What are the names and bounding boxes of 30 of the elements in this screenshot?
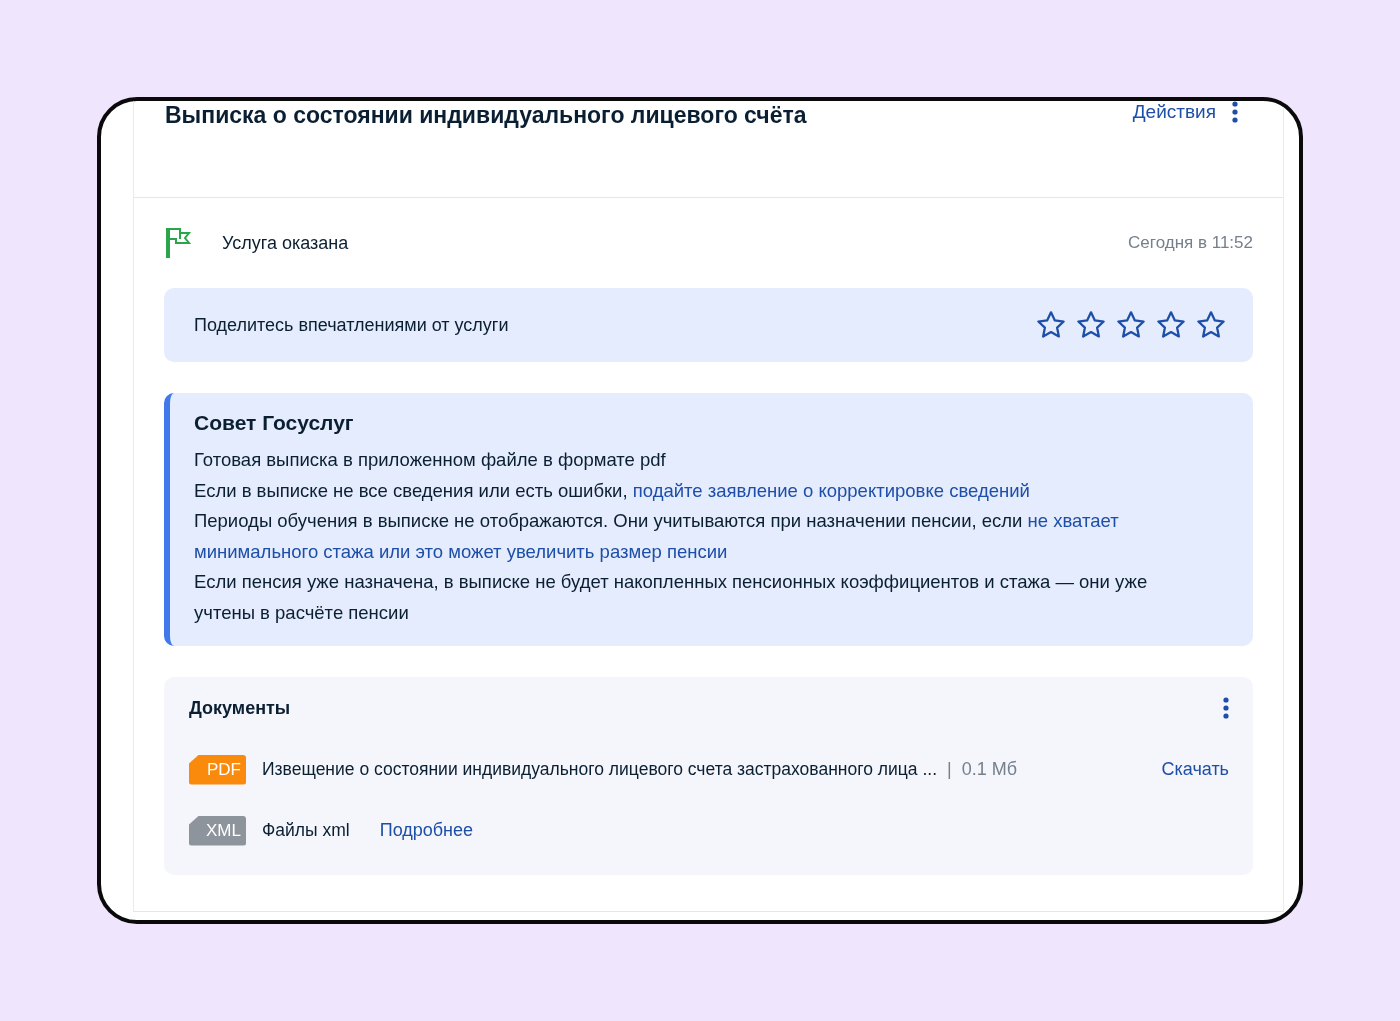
star-icon[interactable] [1195, 309, 1227, 341]
documents-title: Документы [189, 697, 291, 719]
file-type-badge: XML [189, 815, 246, 846]
tip-link[interactable]: подайте заявление о корректировке сведений [632, 479, 1030, 501]
tip-text: Если пенсия уже назначена, в выписке не будет накопленных пенсионных коэффициентов и стажа — они уже учтены в расчёте пенсии [194, 570, 1149, 625]
more-icon[interactable] [1232, 101, 1238, 123]
tip-text: Если в выписке не все сведения или есть ошибки, подайте заявление о корректировке сведений [194, 478, 1031, 503]
download-link[interactable]: Скачать [1161, 759, 1229, 780]
status-text: Услуга оказана [222, 232, 349, 254]
tip-title: Совет Госуслуг [194, 411, 355, 435]
tip-link[interactable]: не хватает [1027, 510, 1119, 531]
star-icon[interactable] [1115, 309, 1147, 341]
file-size: 0.1 Мб [961, 759, 1018, 780]
document-name: Файлы xml [262, 820, 350, 841]
status-time: Сегодня в 11:52 [1128, 233, 1253, 253]
rating-prompt: Поделитесь впечатлениями от услуги [194, 314, 509, 336]
separator-text: | [947, 759, 952, 780]
flag-icon [164, 227, 192, 259]
details-link[interactable]: Подробнее [379, 820, 474, 841]
tip-text: Готовая выписка в приложенном файле в формате pdf [194, 448, 667, 472]
more-icon[interactable] [1223, 697, 1229, 719]
file-type-badge: PDF [189, 754, 246, 785]
tip-text: Периоды обучения в выписке не отображаются. Они учитываются при назначении пенсии, если не хватает минимального стажа или это может увеличить размер пенсии [194, 509, 1120, 564]
star-icon[interactable] [1155, 309, 1187, 341]
page-title: Выписка о состоянии индивидуального лицевого счёта [165, 101, 807, 129]
star-icon[interactable] [1075, 309, 1107, 341]
star-icon[interactable] [1035, 309, 1067, 341]
tip-link[interactable]: минимального стажа или это может увеличить размер пенсии [194, 540, 728, 562]
actions-link[interactable]: Действия [1132, 101, 1216, 123]
document-name: Извещение о состоянии индивидуального лицевого счета застрахованного лица ... [262, 759, 937, 780]
